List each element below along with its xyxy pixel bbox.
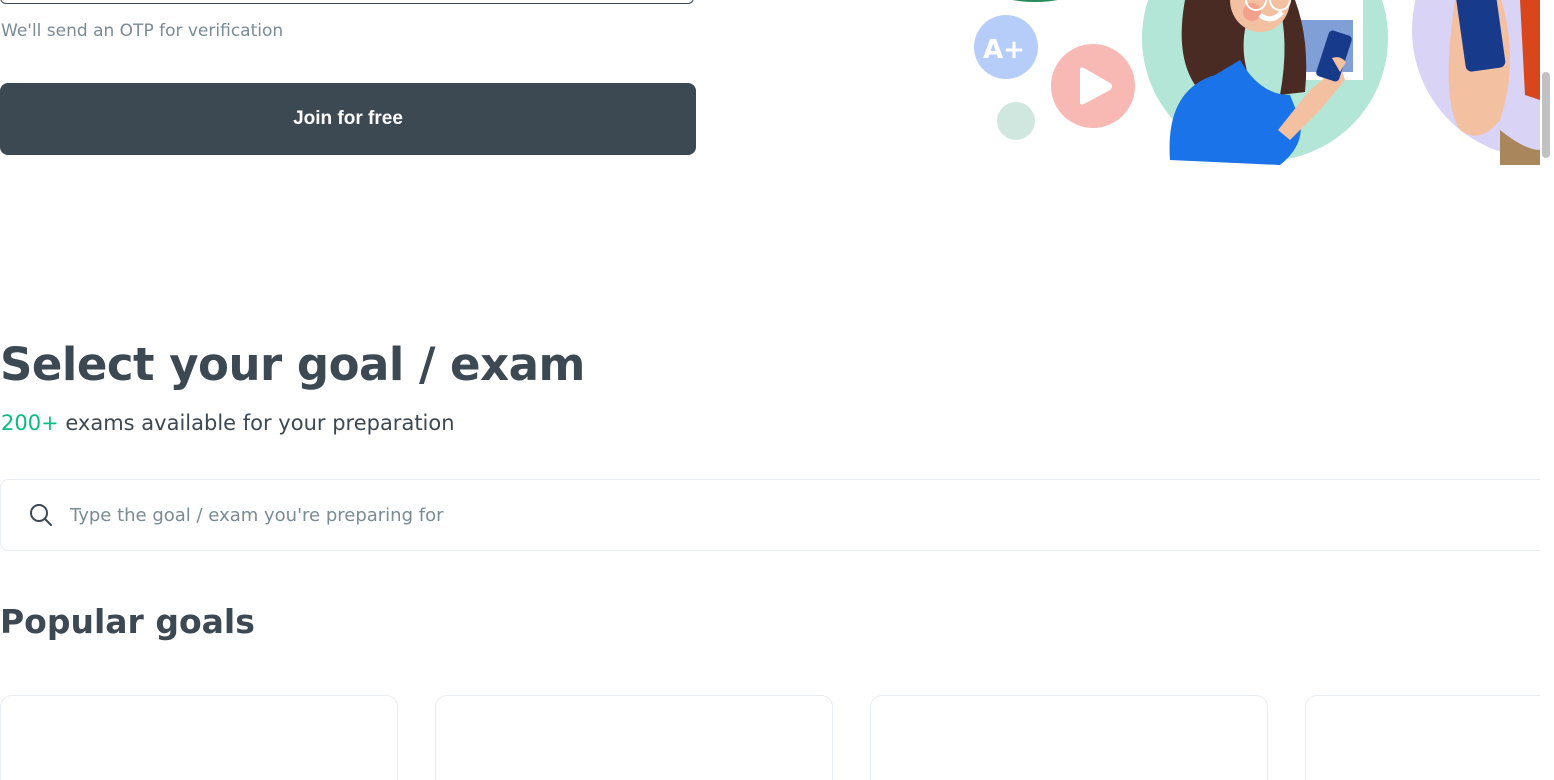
exam-count-highlight: 200+: [1, 411, 59, 435]
search-icon: [30, 504, 52, 526]
page-scrollbar[interactable]: [1540, 0, 1554, 780]
hero-illustration: A+: [974, 0, 1540, 165]
phone-number-input[interactable]: [0, 0, 694, 4]
scrollbar-thumb[interactable]: [1542, 72, 1550, 158]
page: We'll send an OTP for verification Join …: [0, 0, 1554, 780]
decor-dot: [997, 102, 1035, 140]
student-illustration-partial: [1412, 0, 1540, 165]
play-icon: [1051, 44, 1135, 128]
popular-goal-card[interactable]: [0, 695, 398, 780]
decor-shape: [1012, 0, 1058, 2]
popular-goal-card[interactable]: [435, 695, 833, 780]
exam-count-subtitle: 200+ exams available for your preparatio…: [1, 411, 455, 435]
goal-search-input[interactable]: [68, 503, 972, 527]
badge-label: A+: [983, 35, 1025, 65]
join-for-free-button[interactable]: Join for free: [0, 83, 696, 155]
exam-count-text: exams available for your preparation: [58, 411, 455, 435]
goal-heading: Select your goal / exam: [0, 338, 585, 391]
popular-goal-card[interactable]: [1305, 695, 1554, 780]
student-with-phone-illustration: [1142, 0, 1388, 165]
popular-goals-heading: Popular goals: [0, 602, 255, 641]
otp-note: We'll send an OTP for verification: [1, 21, 284, 41]
popular-goal-card[interactable]: [870, 695, 1268, 780]
goal-search-box[interactable]: [0, 479, 1554, 551]
grade-badge-icon: A+: [974, 15, 1038, 79]
